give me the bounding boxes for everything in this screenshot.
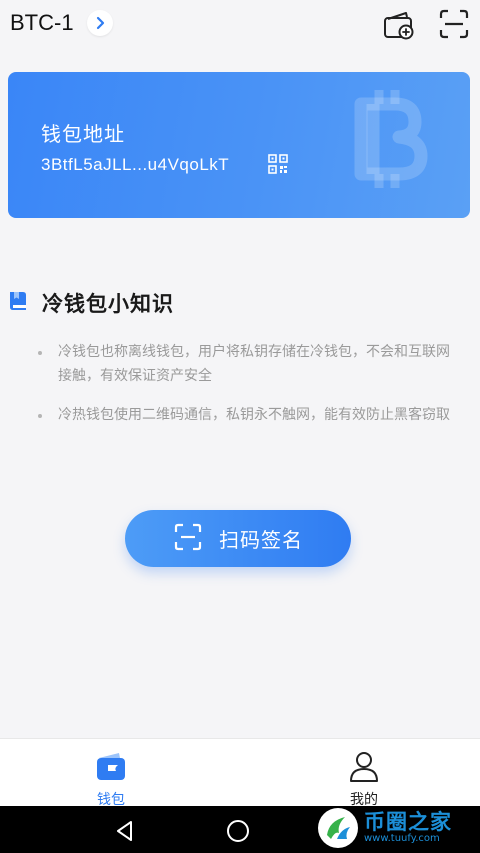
wallet-address[interactable]: 3BtfL5aJLL...u4VqoLkT xyxy=(41,155,229,175)
site-watermark: 币圈之家 www.tuufy.com xyxy=(318,808,452,848)
tips-header: 冷钱包小知识 xyxy=(8,288,174,318)
tab-bar: 钱包 我的 xyxy=(0,738,480,808)
chevron-right-icon[interactable] xyxy=(87,10,113,36)
bullet xyxy=(38,414,42,418)
bullet xyxy=(38,351,42,355)
book-icon xyxy=(8,290,28,316)
top-bar: BTC-1 xyxy=(0,0,480,52)
tip-item: 冷钱包也称离线钱包，用户将私钥存储在冷钱包，不会和互联网接触，有效保证资产安全 xyxy=(38,340,463,388)
wallet-address-card[interactable]: 钱包地址 3BtfL5aJLL...u4VqoLkT xyxy=(8,72,470,218)
bitcoin-watermark-icon xyxy=(333,82,443,192)
tab-wallet[interactable]: 钱包 xyxy=(51,739,171,808)
tip-text: 冷热钱包使用二维码通信，私钥永不触网，能有效防止黑客窃取 xyxy=(58,407,450,423)
card-title: 钱包地址 xyxy=(41,122,125,146)
watermark-logo-icon xyxy=(318,808,358,848)
watermark-title: 币圈之家 xyxy=(364,810,452,834)
tab-mine[interactable]: 我的 xyxy=(304,739,424,808)
person-icon xyxy=(347,749,381,787)
scan-sign-button[interactable]: 扫码签名 xyxy=(125,510,351,567)
wallet-name[interactable]: BTC-1 xyxy=(10,10,74,36)
qr-code-icon[interactable] xyxy=(268,154,288,174)
wallet-add-icon[interactable] xyxy=(382,7,416,41)
scan-icon[interactable] xyxy=(437,7,471,41)
back-icon[interactable] xyxy=(113,819,137,843)
tip-text: 冷钱包也称离线钱包，用户将私钥存储在冷钱包，不会和互联网接触，有效保证资产安全 xyxy=(58,344,450,384)
wallet-icon xyxy=(94,749,128,787)
home-icon[interactable] xyxy=(226,819,250,843)
tips-title: 冷钱包小知识 xyxy=(42,292,174,316)
tip-item: 冷热钱包使用二维码通信，私钥永不触网，能有效防止黑客窃取 xyxy=(38,403,463,427)
watermark-url: www.tuufy.com xyxy=(364,833,440,844)
scan-sign-label: 扫码签名 xyxy=(219,528,303,552)
scan-icon xyxy=(173,522,203,556)
